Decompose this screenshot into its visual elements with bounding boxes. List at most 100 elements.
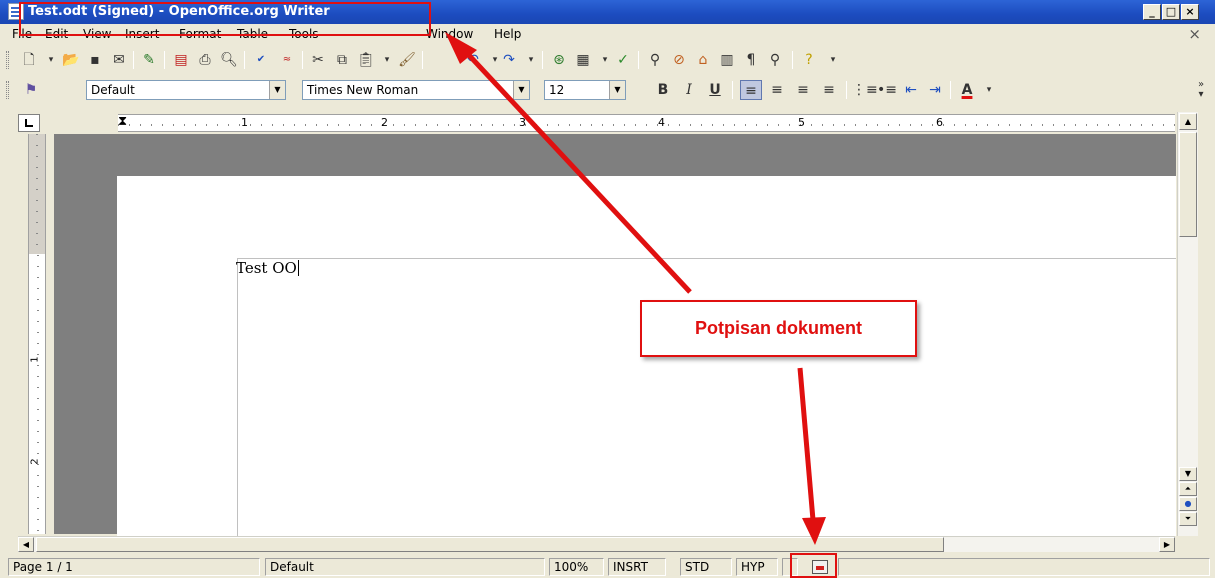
scroll-up-icon[interactable]: ▲: [1179, 113, 1197, 130]
font-name-value: Times New Roman: [307, 83, 419, 97]
signature-highlight-box: [790, 553, 837, 578]
navigation-icon[interactable]: ●: [1179, 497, 1197, 511]
page-indicator[interactable]: Page 1 / 1: [8, 558, 260, 576]
font-color-dropdown-icon[interactable]: ▾: [978, 80, 1000, 100]
open-folder-icon[interactable]: 📂: [60, 50, 82, 70]
redo-dropdown-icon[interactable]: ▾: [520, 50, 542, 70]
save-icon[interactable]: ▪: [84, 50, 106, 70]
horizontal-scrollbar[interactable]: ◀ ▶: [18, 536, 1175, 552]
font-size-value: 12: [549, 83, 565, 97]
spellcheck-icon[interactable]: ✔: [250, 50, 272, 70]
zoom-level[interactable]: 100%: [549, 558, 604, 576]
ruler-number: 4: [658, 116, 665, 129]
close-document-button[interactable]: ×: [1188, 25, 1201, 43]
annotation-callout: Potpisan dokument: [640, 300, 917, 357]
ruler-number: 2: [29, 458, 41, 465]
paste-dropdown-icon[interactable]: ▾: [376, 50, 398, 70]
font-size-select[interactable]: 12 ▼: [544, 80, 626, 100]
scroll-right-icon[interactable]: ▶: [1159, 537, 1175, 552]
chevron-down-icon[interactable]: ▼: [269, 81, 285, 99]
ruler-number: 1: [29, 356, 41, 363]
numbering-icon[interactable]: ⋮≡: [852, 80, 878, 100]
next-page-icon[interactable]: ⏷: [1179, 512, 1197, 526]
previous-page-icon[interactable]: ⏶: [1179, 482, 1197, 496]
edit-file-icon[interactable]: ✎: [138, 50, 160, 70]
hyperlink-mode[interactable]: HYP: [736, 558, 778, 576]
formatting-marks-icon[interactable]: ¶: [740, 50, 762, 70]
email-icon[interactable]: ✉: [108, 50, 130, 70]
toolbar-overflow-icon[interactable]: » ▾: [1190, 80, 1212, 100]
font-color-button[interactable]: A: [956, 80, 978, 100]
align-right-icon[interactable]: ≡: [792, 80, 814, 100]
standard-toolbar: 🗋 ▾ 📂 ▪ ✉ ✎ ▤ ⎙ 🔍︎ ✔ ≈ ✂ ⧉ 📋︎ ▾ 🖌︎ ↶ ▾ ↷…: [0, 46, 1215, 74]
menu-window[interactable]: Window: [426, 27, 473, 41]
find-replace-icon[interactable]: ⚲: [644, 50, 666, 70]
table-icon[interactable]: ▦: [572, 50, 594, 70]
ruler-number: 5: [798, 116, 805, 129]
chevron-down-icon[interactable]: ▼: [609, 81, 625, 99]
paragraph-style-select[interactable]: Default ▼: [86, 80, 286, 100]
underline-button[interactable]: U: [704, 80, 726, 100]
left-indent-marker-icon[interactable]: ⧗: [118, 114, 127, 129]
document-text[interactable]: Test OO: [236, 259, 299, 277]
close-button[interactable]: ×: [1181, 4, 1199, 20]
data-sources-icon[interactable]: ▥: [716, 50, 738, 70]
scroll-thumb[interactable]: [1179, 132, 1197, 237]
clone-formatting-icon[interactable]: 🖌︎: [396, 50, 418, 70]
scroll-left-icon[interactable]: ◀: [18, 537, 34, 552]
font-name-select[interactable]: Times New Roman ▼: [302, 80, 530, 100]
maximize-button[interactable]: □: [1162, 4, 1180, 20]
status-bar: Page 1 / 1 Default 100% INSRT STD HYP: [0, 555, 1215, 578]
styles-formatting-icon[interactable]: ⚑: [20, 80, 42, 100]
ruler-number: 3: [519, 116, 526, 129]
cut-icon[interactable]: ✂: [307, 50, 329, 70]
status-empty-field: [838, 558, 1210, 576]
text-cursor: [297, 260, 299, 276]
formatting-toolbar: ⚑ Default ▼ Times New Roman ▼ 12 ▼ B I U…: [0, 76, 1215, 104]
bold-button[interactable]: B: [652, 80, 674, 100]
title-highlight-box: [19, 2, 431, 36]
export-pdf-icon[interactable]: ▤: [170, 50, 192, 70]
vertical-scrollbar[interactable]: ▲ ▼ ⏶ ● ⏷: [1177, 112, 1198, 536]
toolbar-grip[interactable]: [6, 51, 9, 69]
menu-help[interactable]: Help: [494, 27, 521, 41]
auto-spellcheck-icon[interactable]: ≈: [276, 50, 298, 70]
new-document-icon[interactable]: 🗋: [18, 50, 40, 70]
minimize-button[interactable]: _: [1143, 4, 1161, 20]
ruler-number: 6: [936, 116, 943, 129]
undo-icon[interactable]: ↶: [462, 50, 484, 70]
page-preview-icon[interactable]: 🔍︎: [218, 50, 240, 70]
justify-icon[interactable]: ≡: [818, 80, 840, 100]
paste-icon[interactable]: 📋︎: [355, 50, 377, 70]
align-center-icon[interactable]: ≡: [766, 80, 788, 100]
italic-button[interactable]: I: [678, 80, 700, 100]
page-style[interactable]: Default: [265, 558, 545, 576]
navigator-icon[interactable]: ⊘: [668, 50, 690, 70]
horizontal-ruler[interactable]: ⧗ 1 2 3 4 5 6: [118, 114, 1175, 132]
copy-icon[interactable]: ⧉: [331, 50, 353, 70]
redo-icon[interactable]: ↷: [498, 50, 520, 70]
vertical-ruler[interactable]: 1 2: [28, 134, 46, 534]
ruler-number: 1: [241, 116, 248, 129]
toolbar-grip[interactable]: [6, 81, 9, 99]
help-icon[interactable]: ?: [798, 50, 820, 70]
show-draw-functions-icon[interactable]: ✓: [612, 50, 634, 70]
new-dropdown-icon[interactable]: ▾: [40, 50, 62, 70]
bullets-icon[interactable]: •≡: [876, 80, 898, 100]
callout-text: Potpisan dokument: [694, 318, 862, 338]
ruler-number: 2: [381, 116, 388, 129]
align-left-icon[interactable]: ≡: [740, 80, 762, 100]
toolbar-options-icon[interactable]: ▾: [822, 50, 844, 70]
scroll-down-icon[interactable]: ▼: [1179, 467, 1197, 481]
increase-indent-icon[interactable]: ⇥: [924, 80, 946, 100]
hyperlink-icon[interactable]: ⊛: [548, 50, 570, 70]
selection-mode[interactable]: STD: [680, 558, 732, 576]
decrease-indent-icon[interactable]: ⇤: [900, 80, 922, 100]
chevron-down-icon[interactable]: ▼: [513, 81, 529, 99]
print-icon[interactable]: ⎙: [194, 50, 216, 70]
insert-mode[interactable]: INSRT: [608, 558, 666, 576]
tab-stop-selector[interactable]: [18, 114, 40, 132]
zoom-icon[interactable]: ⚲: [764, 50, 786, 70]
gallery-icon[interactable]: ⌂: [692, 50, 714, 70]
horizontal-scroll-thumb[interactable]: [36, 537, 944, 552]
